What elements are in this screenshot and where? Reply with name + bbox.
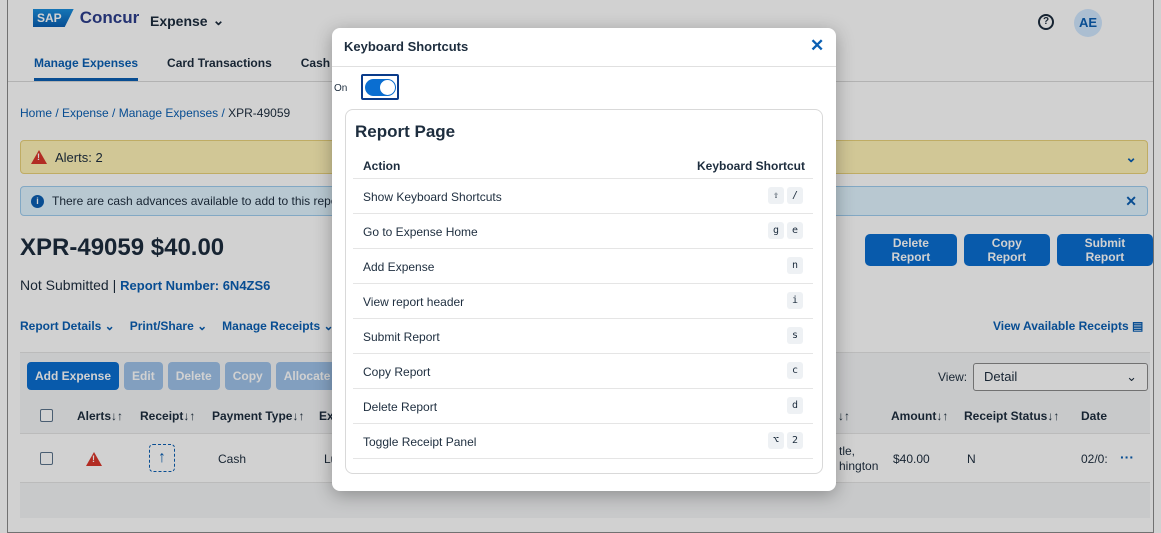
shortcut-keys: c (787, 362, 803, 379)
shortcut-action: Delete Report (363, 400, 438, 414)
shortcut-row: View report header i (353, 284, 813, 319)
key-cap: / (787, 187, 803, 204)
key-cap: i (787, 292, 803, 309)
dialog-divider (332, 66, 836, 67)
shortcuts-header: Action Keyboard Shortcut (353, 151, 813, 179)
shortcut-action: Show Keyboard Shortcuts (363, 190, 502, 204)
close-icon[interactable]: ✕ (810, 36, 824, 56)
shortcut-action: Toggle Receipt Panel (363, 435, 477, 449)
dialog-title: Keyboard Shortcuts (344, 39, 469, 54)
col-keyboard-shortcut: Keyboard Shortcut (696, 159, 805, 173)
toggle-knob (380, 80, 395, 95)
shortcut-keys: ⌥ 2 (768, 432, 803, 449)
shortcut-keys: ge (768, 222, 803, 239)
shortcut-keys: s (787, 327, 803, 344)
shortcut-keys: n (787, 257, 803, 274)
shortcut-row: Show Keyboard Shortcuts ⇧ / (353, 179, 813, 214)
keyboard-shortcuts-dialog: Keyboard Shortcuts ✕ On Report Page Acti… (332, 28, 836, 491)
shortcut-row: Copy Report c (353, 354, 813, 389)
shortcut-row: Add Expense n (353, 249, 813, 284)
shortcut-row: Delete Report d (353, 389, 813, 424)
shortcut-action: Go to Expense Home (363, 225, 478, 239)
toggle-track (365, 79, 396, 96)
shortcut-row: Toggle Receipt Panel ⌥ 2 (353, 424, 813, 459)
key-cap: d (787, 397, 803, 414)
shortcut-keys: i (787, 292, 803, 309)
key-cap: n (787, 257, 803, 274)
key-cap: ⌥ (768, 432, 784, 449)
section-title: Report Page (355, 122, 456, 141)
key-cap: s (787, 327, 803, 344)
shortcut-keys: ⇧ / (768, 187, 803, 204)
shortcut-action: Add Expense (363, 260, 435, 274)
key-cap: c (787, 362, 803, 379)
toggle-label: On (334, 83, 348, 94)
shortcut-row: Submit Report s (353, 319, 813, 354)
shortcut-action: Submit Report (363, 330, 440, 344)
shortcut-action: View report header (363, 295, 465, 309)
shortcut-action: Copy Report (363, 365, 431, 379)
shortcuts-toggle[interactable] (361, 74, 399, 100)
shortcut-keys: d (787, 397, 803, 414)
key-cap: 2 (787, 432, 803, 449)
key-cap: e (787, 222, 803, 239)
shortcut-row: Go to Expense Home g e (353, 214, 813, 249)
col-action: Action (363, 159, 401, 173)
key-cap: g (768, 222, 784, 239)
shortcuts-panel: Report Page Action Keyboard Shortcut Sho… (345, 109, 823, 474)
key-cap: ⇧ (768, 187, 784, 204)
